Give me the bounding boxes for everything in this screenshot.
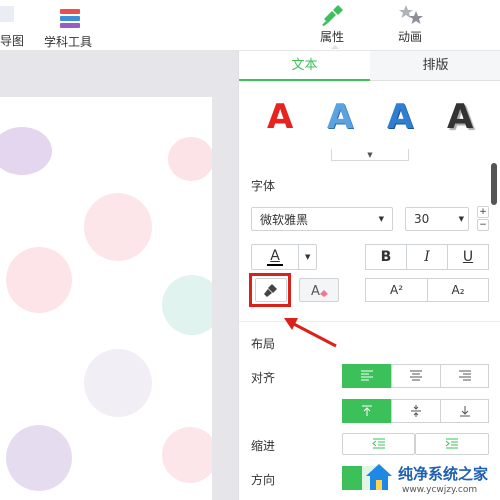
valign-middle-button[interactable] [391,399,441,423]
tab-layout[interactable]: 排版 [370,51,500,81]
align-right-button[interactable] [440,364,489,388]
mindmap-label: 导图 [0,34,25,48]
font-size-increase-button[interactable]: + [477,206,489,218]
font-family-select[interactable]: 微软雅黑 ▼ [251,207,393,231]
align-bottom-icon [459,406,470,417]
chevron-down-icon: ▼ [378,215,384,223]
align-label: 对齐 [251,371,276,385]
valign-bottom-button[interactable] [440,399,489,423]
decor-dot [6,247,72,313]
clear-format-button[interactable]: A [299,278,339,302]
align-center-icon [410,370,422,381]
outdent-icon [371,438,385,449]
scrollbar-thumb[interactable] [491,163,497,205]
subscript-button[interactable]: A₂ [427,278,489,302]
layout-section-label: 布局 [251,337,276,351]
animation-button[interactable]: 动画 [392,0,434,50]
style-preset-black[interactable]: A [447,97,473,137]
font-size-value: 30 [414,212,430,226]
chevron-down-icon[interactable]: ▼ [305,253,310,261]
books-icon [60,9,80,28]
section-divider [239,321,500,322]
style-preset-blue[interactable]: A [387,97,413,137]
expand-presets-button[interactable]: ▼ [331,149,409,161]
watermark-url: www.ycwjzy.com [402,485,478,495]
font-family-value: 微软雅黑 [260,212,309,227]
indent-icon [445,438,458,449]
underline-button[interactable]: U [447,244,489,270]
svg-text:A: A [311,284,320,298]
style-preset-blue-light[interactable]: A [327,97,353,137]
font-color-swatch [267,263,283,266]
watermark-title: 纯净系统之家 [398,465,489,483]
align-center-button[interactable] [391,364,441,388]
superscript-button[interactable]: A² [365,278,428,302]
chevron-down-icon: ▼ [367,150,373,159]
house-logo-icon [366,464,392,490]
decrease-indent-button[interactable] [342,433,415,455]
increase-indent-button[interactable] [415,433,489,455]
animation-label: 动画 [398,30,423,44]
stars-icon [399,5,423,24]
font-size-decrease-button[interactable]: − [477,219,489,231]
properties-label: 属性 [320,30,345,44]
align-left-icon [361,370,373,381]
chevron-down-icon: ▼ [458,215,464,223]
decor-dot [162,275,212,335]
decor-dot [6,425,72,491]
decor-dot [162,427,212,483]
direction-label: 方向 [251,473,276,487]
highlight-box [249,273,291,307]
font-size-select[interactable]: 30 ▼ [405,207,469,231]
top-toolbar: 导图 学科工具 属性 动画 [0,0,500,51]
indent-label: 缩进 [251,439,276,453]
watermark: 纯净系统之家 www.ycwjzy.com [362,458,500,500]
decor-dot [0,127,52,175]
active-caret [331,45,339,49]
decor-dot [168,137,212,181]
subject-tools-button[interactable]: 学科工具 [44,0,96,50]
font-section-label: 字体 [251,179,276,193]
bold-button[interactable]: B [365,244,407,270]
align-left-button[interactable] [342,364,392,388]
align-middle-icon [411,405,421,417]
style-preset-red[interactable]: A [267,97,293,137]
italic-button[interactable]: I [406,244,448,270]
properties-button[interactable]: 属性 [312,0,354,50]
paint-brush-icon [322,5,343,26]
font-color-button[interactable]: A ▼ [251,244,317,270]
eraser-icon: A [311,284,328,298]
mindmap-tool[interactable]: 导图 [0,0,26,50]
properties-panel: 文本 排版 A A A A ▼ 字体 微软雅黑 ▼ 30 ▼ + − A ▼ B… [238,51,500,500]
decor-dot [84,349,152,417]
font-color-glyph: A [270,247,280,264]
slide-page[interactable] [0,97,212,500]
tab-text[interactable]: 文本 [239,51,370,81]
align-right-icon [458,370,471,381]
valign-top-button[interactable] [342,399,392,423]
annotation-arrow [284,318,337,348]
mindmap-icon [0,6,14,22]
subject-tools-label: 学科工具 [44,35,93,49]
decor-dot [84,193,152,261]
align-top-icon [362,405,372,416]
